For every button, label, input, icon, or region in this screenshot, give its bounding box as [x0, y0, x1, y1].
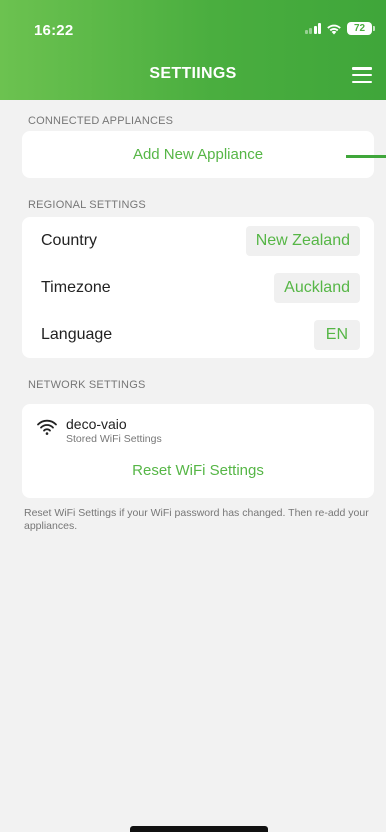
timezone-label: Timezone [41, 278, 111, 296]
add-new-appliance-button[interactable]: Add New Appliance [22, 131, 374, 178]
wifi-icon [37, 419, 57, 435]
section-label-regional-settings: REGIONAL SETTINGS [28, 199, 146, 211]
network-settings-card: deco-vaio Stored WiFi Settings Reset WiF… [22, 404, 374, 498]
wifi-network-subtitle: Stored WiFi Settings [66, 433, 162, 445]
country-label: Country [41, 231, 98, 249]
regional-settings-card: Country New Zealand Timezone Auckland La… [22, 217, 374, 358]
wifi-network-name: deco-vaio [66, 416, 127, 432]
battery-level: 72 [353, 23, 366, 34]
home-indicator[interactable] [130, 826, 268, 832]
timezone-select[interactable]: Auckland [274, 272, 360, 303]
section-label-connected-appliances: CONNECTED APPLIANCES [28, 115, 174, 127]
connected-appliances-card: Add New Appliance [22, 131, 374, 178]
section-label-network-settings: NETWORK SETTINGS [28, 379, 146, 391]
setting-row-country: Country New Zealand [22, 217, 374, 264]
page-title: SETTIINGS [149, 65, 237, 82]
language-select[interactable]: EN [313, 319, 360, 350]
country-select[interactable]: New Zealand [245, 225, 360, 256]
setting-row-timezone: Timezone Auckland [22, 264, 374, 311]
cellular-signal-icon [304, 23, 321, 34]
language-label: Language [41, 325, 113, 343]
stored-wifi-network: deco-vaio Stored WiFi Settings [22, 404, 374, 445]
setting-row-language: Language EN [22, 311, 374, 358]
app-header: 16:22 72 SETTIINGS [0, 0, 386, 100]
reset-wifi-note: Reset WiFi Settings if your WiFi passwor… [24, 507, 369, 532]
hamburger-menu-icon[interactable] [352, 67, 372, 83]
pointer-line [346, 155, 386, 158]
reset-wifi-settings-button[interactable]: Reset WiFi Settings [22, 462, 374, 479]
status-indicators: 72 [304, 22, 375, 35]
battery-icon: 72 [347, 22, 375, 35]
wifi-status-icon [327, 24, 341, 34]
status-time: 16:22 [34, 22, 74, 39]
